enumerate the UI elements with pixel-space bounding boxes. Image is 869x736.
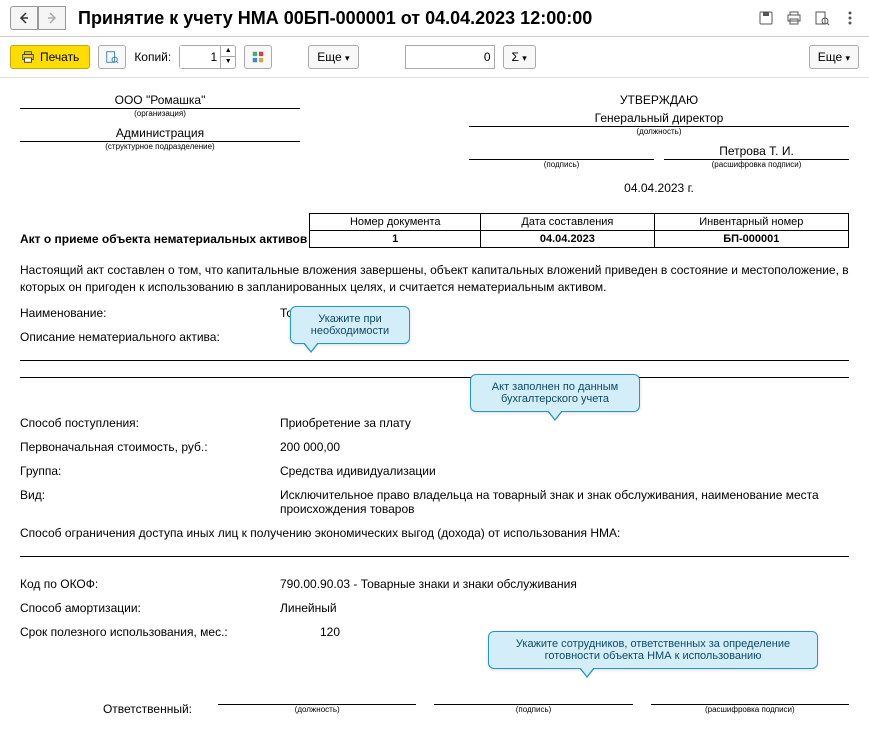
spinner-down[interactable]: ▼: [221, 57, 235, 68]
spinner-up[interactable]: ▲: [221, 46, 235, 57]
print-button[interactable]: Печать: [10, 45, 90, 69]
group-label: Группа:: [20, 464, 280, 478]
group-value: Средства идивидуализации: [280, 464, 849, 478]
dept-field: Администрация (структурное подразделение…: [20, 126, 300, 151]
intro-paragraph: Настоящий акт составлен о том, что капит…: [20, 262, 849, 296]
responsible-label: Ответственный:: [20, 702, 200, 716]
td-doc-number: 1: [310, 231, 481, 248]
act-title: Акт о приеме объекта нематериальных акти…: [20, 232, 309, 248]
kind-label: Вид:: [20, 488, 280, 516]
td-doc-date: 04.04.2023: [481, 231, 654, 248]
back-button[interactable]: [10, 6, 38, 30]
th-inv-number: Инвентарный номер: [654, 214, 848, 231]
preview-button[interactable]: [98, 45, 126, 69]
okof-value: 790.00.90.03 - Товарные знаки и знаки об…: [280, 577, 849, 591]
okof-label: Код по ОКОФ:: [20, 577, 280, 591]
more-button-1[interactable]: Еще ▾: [308, 45, 358, 69]
acq-label: Способ поступления:: [20, 416, 280, 430]
desc-line-2: [20, 364, 849, 378]
cost-value: 200 000,00: [280, 440, 849, 454]
desc-label: Описание нематериального актива:: [20, 330, 280, 344]
sigma-button[interactable]: Σ ▾: [503, 45, 536, 69]
preview-icon[interactable]: [813, 9, 831, 27]
resp-sign-field: (подпись): [434, 689, 632, 714]
amort-value: Линейный: [280, 601, 849, 615]
position-field: Генеральный директор (должность): [469, 111, 849, 136]
th-doc-number: Номер документа: [310, 214, 481, 231]
print-icon[interactable]: [785, 9, 803, 27]
save-icon[interactable]: [757, 9, 775, 27]
printer-icon: [21, 50, 35, 64]
copies-spinner[interactable]: ▲ ▼: [179, 45, 236, 69]
print-button-label: Печать: [40, 50, 79, 64]
approve-date: 04.04.2023 г.: [469, 181, 849, 195]
life-label: Срок полезного использования, мес.:: [20, 625, 320, 639]
restrict-line: [20, 543, 849, 557]
amort-label: Способ амортизации:: [20, 601, 280, 615]
name-label: Наименование:: [20, 306, 280, 320]
kind-value: Исключительное право владельца на товарн…: [280, 488, 849, 516]
restrict-label: Способ ограничения доступа иных лиц к по…: [20, 526, 849, 540]
more-button-2[interactable]: Еще ▾: [809, 45, 859, 69]
copies-label: Копий:: [134, 50, 171, 64]
desc-line: [20, 347, 849, 361]
sum-display: 0: [405, 45, 495, 69]
resp-position-field: (должность): [218, 689, 416, 714]
callout-1: Укажите при необходимости: [290, 306, 410, 344]
approve-sign-field: (подпись): [469, 144, 654, 169]
act-info-table: Номер документа Дата составления Инвента…: [309, 213, 849, 248]
approve-label: УТВЕРЖДАЮ: [469, 93, 849, 107]
cost-label: Первоначальная стоимость, руб.:: [20, 440, 280, 454]
resp-name-field: (расшифровка подписи): [651, 689, 849, 714]
page-title: Принятие к учету НМА 00БП-000001 от 04.0…: [78, 8, 757, 29]
td-inv-number: БП-000001: [654, 231, 848, 248]
approve-signer-field: Петрова Т. И. (расшифровка подписи): [664, 144, 849, 169]
copies-input[interactable]: [180, 46, 220, 68]
callout-2: Акт заполнен по данным бухгалтерского уч…: [470, 374, 640, 412]
template-button[interactable]: [244, 45, 272, 69]
forward-button[interactable]: [38, 6, 66, 30]
acq-value: Приобретение за плату: [280, 416, 849, 430]
more-icon[interactable]: [841, 9, 859, 27]
callout-3: Укажите сотрудников, ответственных за оп…: [488, 631, 818, 669]
org-field: ООО "Ромашка" (организация): [20, 93, 300, 118]
th-doc-date: Дата составления: [481, 214, 654, 231]
